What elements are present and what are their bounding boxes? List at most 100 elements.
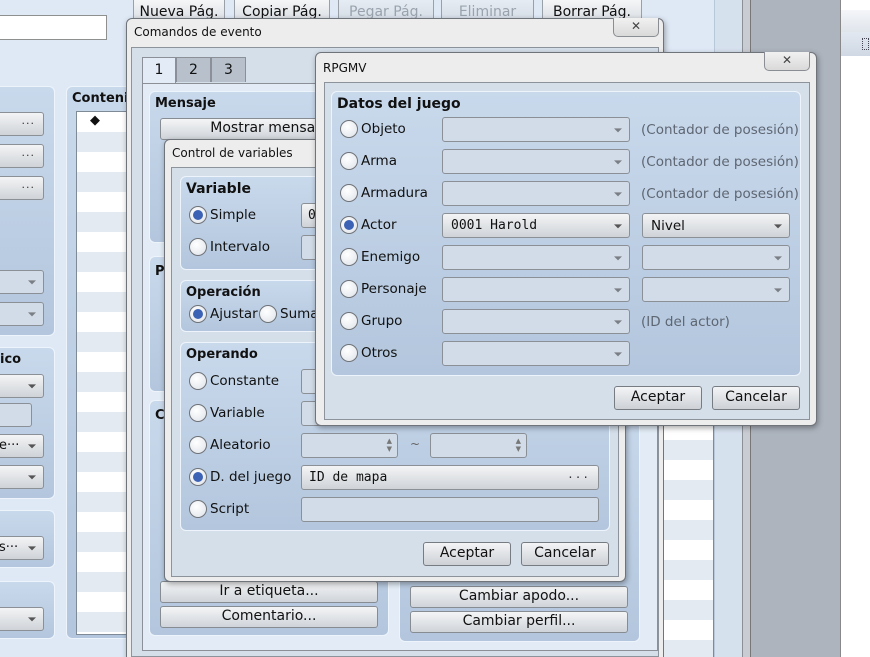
armor-select[interactable] xyxy=(442,181,630,206)
trigger-select[interactable]: s··· xyxy=(0,536,44,560)
command-tabs: 1 2 3 xyxy=(142,57,252,85)
condition-variable-button[interactable]: ··· xyxy=(0,176,44,200)
chevron-down-icon xyxy=(774,255,782,260)
enemy-param-select[interactable] xyxy=(642,245,790,270)
operation-set-radio[interactable]: Ajustar xyxy=(189,305,258,323)
radio-indicator xyxy=(189,468,207,486)
tree-icon[interactable] xyxy=(862,38,869,50)
trigger-select-value: s··· xyxy=(0,540,19,555)
gamedata-weapon-radio[interactable]: Arma xyxy=(340,152,397,170)
commands-list-strip xyxy=(664,420,714,657)
priority-select[interactable] xyxy=(0,607,44,631)
condition-switch2-button[interactable]: ··· xyxy=(0,144,44,168)
chevron-down-icon xyxy=(614,127,622,132)
script-input[interactable] xyxy=(301,497,599,522)
close-button[interactable]: ✕ xyxy=(764,52,810,71)
chevron-down-icon xyxy=(614,159,622,164)
chevron-down-icon xyxy=(28,444,36,449)
graphic-group-title: ico xyxy=(0,352,22,367)
radio-indicator xyxy=(189,305,207,323)
random-min-spinner[interactable]: ▲ ▼ xyxy=(301,433,398,458)
operand-gamedata-radio[interactable]: D. del juego xyxy=(189,468,291,486)
graphic-select-2-value: e··· xyxy=(0,438,20,453)
gamedata-other-radio[interactable]: Otros xyxy=(340,344,397,362)
gamedata-enemy-radio[interactable]: Enemigo xyxy=(340,248,420,266)
weapon-select[interactable] xyxy=(442,149,630,174)
actor-param-select[interactable]: Nivel xyxy=(642,213,790,238)
tab-2[interactable]: 2 xyxy=(176,57,211,82)
radio-label: Actor xyxy=(361,217,397,233)
change-nickname-button[interactable]: Cambiar apodo... xyxy=(410,586,628,608)
chevron-down-icon xyxy=(614,255,622,260)
operand-variable-radio[interactable]: Variable xyxy=(189,404,265,422)
armor-hint: (Contador de posesión) xyxy=(641,186,799,202)
condition-select-2[interactable] xyxy=(0,302,44,326)
more-icon: ··· xyxy=(567,470,590,484)
comment-button[interactable]: Comentario... xyxy=(160,606,378,628)
radio-label: Armadura xyxy=(361,185,428,201)
radio-indicator xyxy=(189,372,207,390)
more-icon: ··· xyxy=(21,180,35,194)
variable-range-radio[interactable]: Intervalo xyxy=(189,238,270,256)
chevron-down-icon xyxy=(28,546,36,551)
item-select[interactable] xyxy=(442,117,630,142)
party-hint: (ID del actor) xyxy=(641,314,730,330)
event-name-input[interactable] xyxy=(0,15,107,40)
gamedata-item-radio[interactable]: Objeto xyxy=(340,120,406,138)
operand-group-title: Operando xyxy=(186,347,258,362)
tab-3[interactable]: 3 xyxy=(211,57,246,82)
character-select[interactable] xyxy=(442,277,630,302)
party-select[interactable] xyxy=(442,309,630,334)
enemy-select[interactable] xyxy=(442,245,630,270)
variable-simple-radio[interactable]: Simple xyxy=(189,206,256,224)
chevron-down-icon xyxy=(614,191,622,196)
spinner-arrows-icon[interactable]: ▲ ▼ xyxy=(516,437,521,453)
window-title: Control de variables xyxy=(172,146,293,160)
gamedata-party-radio[interactable]: Grupo xyxy=(340,312,402,330)
condition-switch1-button[interactable]: ··· xyxy=(0,112,44,136)
graphic-select-3[interactable] xyxy=(0,465,44,489)
actor-select-value: 0001 Harold xyxy=(451,218,538,233)
operand-script-radio[interactable]: Script xyxy=(189,500,249,518)
other-select[interactable] xyxy=(442,341,630,366)
game-data-button[interactable]: ID de mapa ··· xyxy=(301,465,599,490)
chevron-down-icon xyxy=(614,223,622,228)
variable-ok-button[interactable]: Aceptar xyxy=(423,542,511,566)
change-profile-button[interactable]: Cambiar perfil... xyxy=(410,611,628,633)
chevron-down-icon xyxy=(774,287,782,292)
radio-indicator xyxy=(189,404,207,422)
chevron-down-icon xyxy=(28,280,36,285)
radio-label: Intervalo xyxy=(210,239,270,255)
radio-label: Script xyxy=(210,501,250,517)
radio-label: Variable xyxy=(210,405,265,421)
graphic-select-2[interactable]: e··· xyxy=(0,434,44,458)
graphic-input[interactable]: . xyxy=(0,403,32,427)
random-max-spinner[interactable]: ▲ ▼ xyxy=(430,433,527,458)
gamedata-character-radio[interactable]: Personaje xyxy=(340,280,427,298)
actor-select[interactable]: 0001 Harold xyxy=(442,213,630,238)
close-button[interactable]: ✕ xyxy=(613,18,659,37)
spinner-arrows-icon[interactable]: ▲ ▼ xyxy=(387,437,392,453)
tab-1[interactable]: 1 xyxy=(142,57,176,84)
operand-constant-radio[interactable]: Constante xyxy=(189,372,279,390)
variable-cancel-button[interactable]: Cancelar xyxy=(521,542,609,566)
gamedata-ok-button[interactable]: Aceptar xyxy=(614,386,702,410)
random-separator: ~ xyxy=(410,437,421,451)
gamedata-cancel-button[interactable]: Cancelar xyxy=(712,386,800,410)
radio-label: Aleatorio xyxy=(210,437,271,453)
gamedata-armor-radio[interactable]: Armadura xyxy=(340,184,428,202)
game-data-group-title: Datos del juego xyxy=(337,96,461,112)
condition-select-1[interactable] xyxy=(0,270,44,294)
operand-random-radio[interactable]: Aleatorio xyxy=(189,436,271,454)
gamedata-actor-radio[interactable]: Actor xyxy=(340,216,397,234)
radio-label: D. del juego xyxy=(210,469,292,485)
graphic-select-1[interactable] xyxy=(0,374,44,398)
operation-group-title: Operación xyxy=(186,285,261,300)
radio-indicator xyxy=(189,436,207,454)
more-icon: ··· xyxy=(21,148,35,162)
radio-indicator xyxy=(189,238,207,256)
actor-param-value: Nivel xyxy=(651,218,685,234)
item-hint: (Contador de posesión) xyxy=(641,122,799,138)
character-param-select[interactable] xyxy=(642,277,790,302)
jump-to-label-button[interactable]: Ir a etiqueta... xyxy=(160,581,378,603)
